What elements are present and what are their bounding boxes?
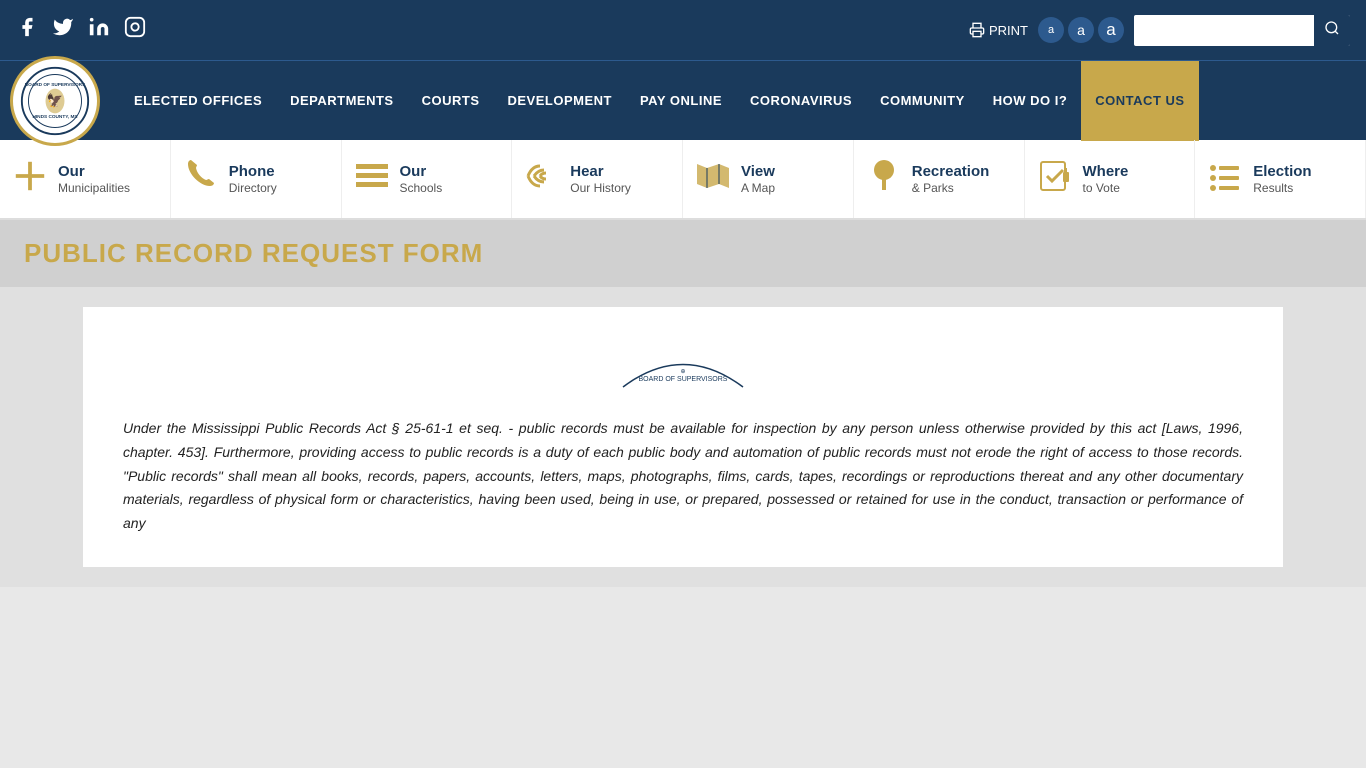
municipalities-icon [12,158,48,201]
recreation-sub: & Parks [912,181,990,195]
municipalities-sub: Municipalities [58,181,130,195]
recreation-icon [866,158,902,201]
svg-text:⊕: ⊕ [680,369,685,375]
top-bar: PRINT a a a [0,0,1366,60]
nav-courts[interactable]: COURTS [408,61,494,141]
election-sub: Results [1253,181,1311,195]
font-large-button[interactable]: a [1098,17,1124,43]
logo[interactable]: BOARD OF SUPERVISORS HINDS COUNTY, MS 🦅 [10,56,100,146]
hear-main: Hear [570,163,631,181]
vote-main: Where [1083,163,1129,181]
schools-sub: Schools [400,181,443,195]
seal-area: BOARD OF SUPERVISORS ⊕ [123,337,1243,397]
phone-icon [183,158,219,201]
page-title: PUBLIC RECORD REQUEST FORM [24,238,1342,269]
nav-how-do-i[interactable]: HOW DO I? [979,61,1082,141]
municipalities-main: Our [58,163,130,181]
phone-sub: Directory [229,181,277,195]
quick-link-map[interactable]: View A Map [683,140,854,218]
vote-sub: to Vote [1083,181,1129,195]
font-size-controls: a a a [1038,17,1124,43]
quick-link-election[interactable]: Election Results [1195,140,1366,218]
svg-text:BOARD OF SUPERVISORS: BOARD OF SUPERVISORS [25,81,85,87]
map-icon [695,158,731,201]
hear-icon [524,158,560,201]
page-title-bar: PUBLIC RECORD REQUEST FORM [0,220,1366,287]
quick-link-schools[interactable]: Our Schools [342,140,513,218]
nav-pay-online[interactable]: PAY ONLINE [626,61,736,141]
font-small-button[interactable]: a [1038,17,1064,43]
svg-text:🦅: 🦅 [47,91,64,107]
nav-links: ELECTED OFFICES DEPARTMENTS COURTS DEVEL… [120,61,1199,141]
nav-departments[interactable]: DEPARTMENTS [276,61,407,141]
election-icon [1207,158,1243,201]
social-icons [16,16,146,44]
quick-link-hear[interactable]: Hear Our History [512,140,683,218]
linkedin-icon[interactable] [88,16,110,44]
schools-main: Our [400,163,443,181]
quick-link-vote[interactable]: Where to Vote [1025,140,1196,218]
election-main: Election [1253,163,1311,181]
quick-link-municipalities[interactable]: Our Municipalities [0,140,171,218]
nav-bar: BOARD OF SUPERVISORS HINDS COUNTY, MS 🦅 … [0,60,1366,140]
map-main: View [741,163,775,181]
search-bar [1134,15,1350,46]
recreation-main: Recreation [912,163,990,181]
seal-image: BOARD OF SUPERVISORS HINDS COUNTY, MS 🦅 [17,65,93,137]
phone-main: Phone [229,163,277,181]
main-content: BOARD OF SUPERVISORS ⊕ Under the Mississ… [83,307,1283,567]
quick-links-bar: Our Municipalities Phone Directory Our S… [0,140,1366,220]
svg-text:HINDS COUNTY, MS: HINDS COUNTY, MS [32,114,77,120]
nav-community[interactable]: COMMUNITY [866,61,979,141]
hear-sub: Our History [570,181,631,195]
top-right-controls: PRINT a a a [969,15,1350,46]
map-sub: A Map [741,181,775,195]
form-seal: BOARD OF SUPERVISORS ⊕ [613,337,753,397]
nav-development[interactable]: DEVELOPMENT [494,61,626,141]
vote-icon [1037,158,1073,201]
quick-link-recreation[interactable]: Recreation & Parks [854,140,1025,218]
twitter-icon[interactable] [52,16,74,44]
svg-text:BOARD OF SUPERVISORS: BOARD OF SUPERVISORS [639,376,728,383]
schools-icon [354,158,390,201]
search-input[interactable] [1134,17,1314,43]
nav-coronavirus[interactable]: CORONAVIRUS [736,61,866,141]
search-button[interactable] [1314,15,1350,46]
logo-wrap: BOARD OF SUPERVISORS HINDS COUNTY, MS 🦅 [10,56,100,146]
content-wrapper: BOARD OF SUPERVISORS ⊕ Under the Mississ… [0,287,1366,587]
facebook-icon[interactable] [16,16,38,44]
font-medium-button[interactable]: a [1068,17,1094,43]
nav-elected-offices[interactable]: ELECTED OFFICES [120,61,276,141]
quick-link-phone[interactable]: Phone Directory [171,140,342,218]
form-text: Under the Mississippi Public Records Act… [123,417,1243,536]
instagram-icon[interactable] [124,16,146,44]
print-button[interactable]: PRINT [969,22,1028,38]
nav-contact-us[interactable]: CONTACT US [1081,61,1198,141]
